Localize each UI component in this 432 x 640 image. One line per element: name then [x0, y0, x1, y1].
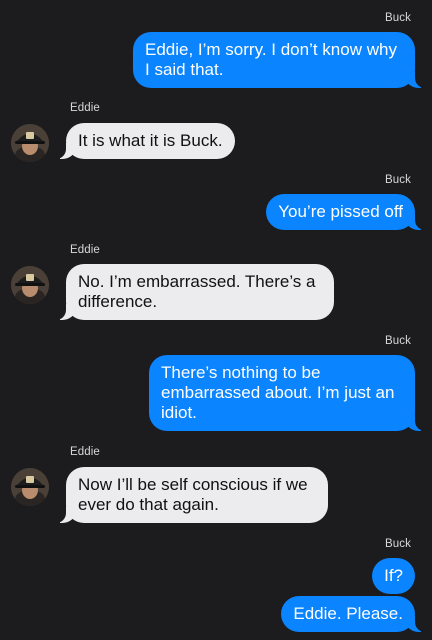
- message-text: There’s nothing to be embarrassed about.…: [161, 363, 395, 422]
- firefighter-helmet-avatar-icon: [11, 468, 49, 506]
- sender-name: Buck: [385, 538, 411, 550]
- outgoing-message-bubble[interactable]: Eddie, I’m sorry. I don’t know why I sai…: [133, 32, 426, 88]
- sender-name: Buck: [385, 335, 411, 347]
- outgoing-message-bubble[interactable]: You’re pissed off: [266, 194, 426, 230]
- firefighter-helmet-avatar-icon: [11, 266, 49, 304]
- message-text: You’re pissed off: [278, 202, 403, 221]
- outgoing-message-bubble[interactable]: Eddie. Please.: [281, 596, 426, 632]
- message-text: No. I’m embarrassed. There’s a differenc…: [78, 272, 316, 311]
- outgoing-message-bubble[interactable]: If?: [372, 558, 415, 594]
- incoming-message-bubble[interactable]: It is what it is Buck.: [55, 123, 235, 159]
- sender-name: Buck: [385, 174, 411, 186]
- incoming-message-bubble[interactable]: Now I’ll be self conscious if we ever do…: [55, 467, 328, 523]
- firefighter-helmet-avatar-icon: [11, 124, 49, 162]
- message-text: Eddie. Please.: [293, 604, 403, 623]
- sender-name: Eddie: [70, 446, 100, 458]
- message-thread: Buck Eddie, I’m sorry. I don’t know why …: [0, 0, 432, 640]
- message-text: If?: [384, 566, 403, 585]
- sender-name: Buck: [385, 12, 411, 24]
- message-text: Now I’ll be self conscious if we ever do…: [78, 475, 308, 514]
- sender-name: Eddie: [70, 244, 100, 256]
- contact-avatar[interactable]: [11, 266, 49, 304]
- message-text: It is what it is Buck.: [78, 131, 223, 150]
- message-text: Eddie, I’m sorry. I don’t know why I sai…: [145, 40, 397, 79]
- sender-name: Eddie: [70, 102, 100, 114]
- contact-avatar[interactable]: [11, 124, 49, 162]
- outgoing-message-bubble[interactable]: There’s nothing to be embarrassed about.…: [149, 355, 426, 431]
- contact-avatar[interactable]: [11, 468, 49, 506]
- incoming-message-bubble[interactable]: No. I’m embarrassed. There’s a differenc…: [55, 264, 334, 320]
